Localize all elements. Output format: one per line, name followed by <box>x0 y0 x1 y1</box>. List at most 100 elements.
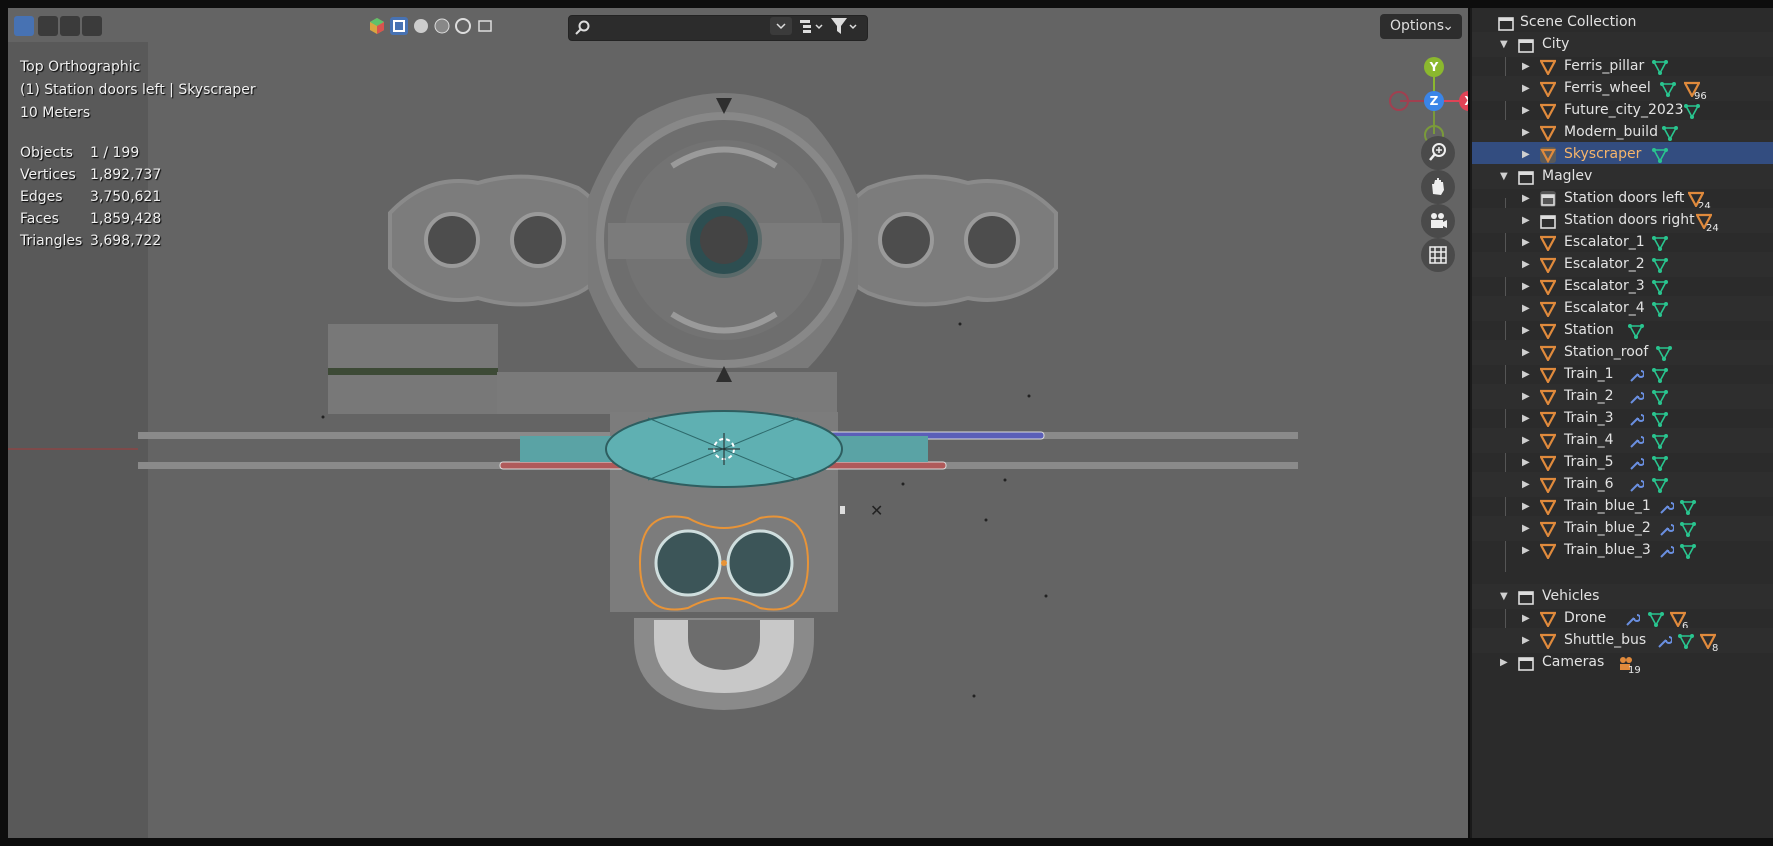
mesh-data-icon <box>1660 81 1676 97</box>
search-icon <box>575 20 591 40</box>
collection-box-icon <box>1540 191 1556 207</box>
mesh-object-icon <box>1539 477 1557 495</box>
zoom-icon[interactable] <box>1421 136 1455 170</box>
mesh-data-icon <box>1680 543 1696 559</box>
scene-render: ✕ <box>8 93 1298 710</box>
mesh-object-icon <box>1539 633 1557 651</box>
modifier-wrench-icon <box>1628 367 1645 383</box>
stat-row: Objects 1 / 199 <box>20 145 140 161</box>
mesh-object-icon <box>1539 455 1557 473</box>
mesh-data-icon <box>1662 125 1678 141</box>
collection-cameras-row[interactable]: ▶ Cameras 19 <box>1472 650 1773 676</box>
collection-box-icon <box>1518 37 1534 53</box>
3d-viewport[interactable]: ✕ Options ⌄ Top Orthographic (1) Station… <box>8 8 1468 838</box>
collection-box-icon <box>1498 15 1514 31</box>
mesh-object-icon <box>1539 279 1557 297</box>
axis-y-button[interactable]: Y <box>1424 57 1444 77</box>
modifier-wrench-icon <box>1628 389 1645 405</box>
stat-row: Faces 1,859,428 <box>20 211 162 227</box>
mesh-object-icon <box>1539 611 1557 629</box>
mesh-object-icon <box>1539 125 1557 143</box>
grid-view-icon[interactable] <box>1421 238 1455 272</box>
shading-material-icon[interactable] <box>433 17 451 35</box>
filter-display-icon[interactable] <box>798 17 826 35</box>
shading-solid-icon[interactable] <box>412 17 430 35</box>
mesh-data-icon <box>1628 323 1644 339</box>
active-object: (1) Station doors left | Skyscraper <box>20 82 256 98</box>
mesh-object-icon <box>1539 521 1557 539</box>
modifier-wrench-icon <box>1628 433 1645 449</box>
shading-wireframe-icon[interactable] <box>390 17 408 35</box>
mesh-data-icon <box>1680 499 1696 515</box>
modifier-wrench-icon <box>1624 611 1641 627</box>
object-type-visibility-icon[interactable] <box>368 17 386 35</box>
modifier-wrench-icon <box>1658 543 1675 559</box>
mesh-data-icon <box>1680 521 1696 537</box>
stat-row: Vertices 1,892,737 <box>20 167 162 183</box>
axis-z-button[interactable]: Z <box>1424 91 1444 111</box>
options-dropdown[interactable]: Options ⌄ <box>1380 14 1462 39</box>
select-subtract-icon[interactable] <box>60 16 80 36</box>
collection-box-icon <box>1518 169 1534 185</box>
mesh-data-icon <box>1652 279 1668 295</box>
svg-text:✕: ✕ <box>870 501 883 520</box>
mesh-data-icon <box>1656 345 1672 361</box>
blender-window: ✕ Options ⌄ Top Orthographic (1) Station… <box>8 8 1773 838</box>
mesh-data-icon <box>1652 389 1668 405</box>
mesh-data-icon <box>1652 455 1668 471</box>
stat-row: Triangles 3,698,722 <box>20 233 162 249</box>
chevron-down-icon[interactable] <box>770 17 792 35</box>
mesh-data-icon <box>1652 411 1668 427</box>
mesh-data-icon <box>1652 59 1668 75</box>
mesh-object-icon <box>1539 323 1557 341</box>
select-intersect-icon[interactable] <box>82 16 102 36</box>
mesh-object-icon <box>1540 147 1556 164</box>
mesh-object-icon <box>1539 499 1557 517</box>
mesh-data-icon <box>1678 633 1694 649</box>
mesh-data-icon <box>1652 257 1668 273</box>
mesh-object-icon <box>1539 433 1557 451</box>
collection-box-icon <box>1518 655 1534 671</box>
viewport-info: Top Orthographic (1) Station doors left … <box>20 56 256 125</box>
mesh-object-icon <box>1539 59 1557 77</box>
outliner-item[interactable]: ▶ Train_blue_3 <box>1472 538 1773 563</box>
mesh-object-icon <box>1539 345 1557 363</box>
mesh-data-icon <box>1652 147 1668 163</box>
mesh-object-icon <box>1539 301 1557 319</box>
modifier-wrench-icon <box>1656 633 1673 649</box>
mesh-data-icon <box>1648 611 1664 627</box>
mesh-object-icon <box>1539 235 1557 253</box>
chevron-down-icon: ⌄ <box>1442 18 1454 34</box>
modifier-wrench-icon <box>1658 521 1675 537</box>
collection-box-icon <box>1540 213 1556 229</box>
mesh-data-icon <box>1652 433 1668 449</box>
expand-arrow-icon[interactable]: ▶ <box>1500 650 1508 675</box>
expand-arrow-icon[interactable]: ▶ <box>1522 538 1530 563</box>
overlay-settings-icon[interactable] <box>476 17 494 35</box>
select-new-icon[interactable] <box>14 16 34 36</box>
axis-neg-x-button[interactable] <box>1389 91 1409 111</box>
mesh-object-icon <box>1539 103 1557 121</box>
item-label: Train_blue_3 <box>1564 542 1651 558</box>
shading-rendered-icon[interactable] <box>454 17 472 35</box>
modifier-wrench-icon <box>1628 477 1645 493</box>
filter-icon[interactable] <box>830 17 858 35</box>
mesh-data-icon <box>1652 477 1668 493</box>
modifier-wrench-icon <box>1628 455 1645 471</box>
mesh-data-icon <box>1684 103 1700 119</box>
mesh-object-icon <box>1539 367 1557 385</box>
select-extend-icon[interactable] <box>38 16 58 36</box>
outliner-panel[interactable]: Scene Collection ▼ City ▶ Ferris_pillar … <box>1470 8 1773 838</box>
mesh-data-icon <box>1652 367 1668 383</box>
camera-view-icon[interactable] <box>1421 204 1455 238</box>
collection-box-icon <box>1518 589 1534 605</box>
modifier-wrench-icon <box>1658 499 1675 515</box>
grid-scale: 10 Meters <box>20 105 91 121</box>
modifier-wrench-icon <box>1628 411 1645 427</box>
stat-row: Edges 3,750,621 <box>20 189 162 205</box>
pan-hand-icon[interactable] <box>1421 170 1455 204</box>
scene-statistics: Objects 1 / 199 Vertices 1,892,737 Edges 3,… <box>20 142 161 252</box>
mesh-object-icon <box>1539 543 1557 561</box>
mesh-data-icon <box>1652 301 1668 317</box>
mesh-object-icon <box>1539 389 1557 407</box>
